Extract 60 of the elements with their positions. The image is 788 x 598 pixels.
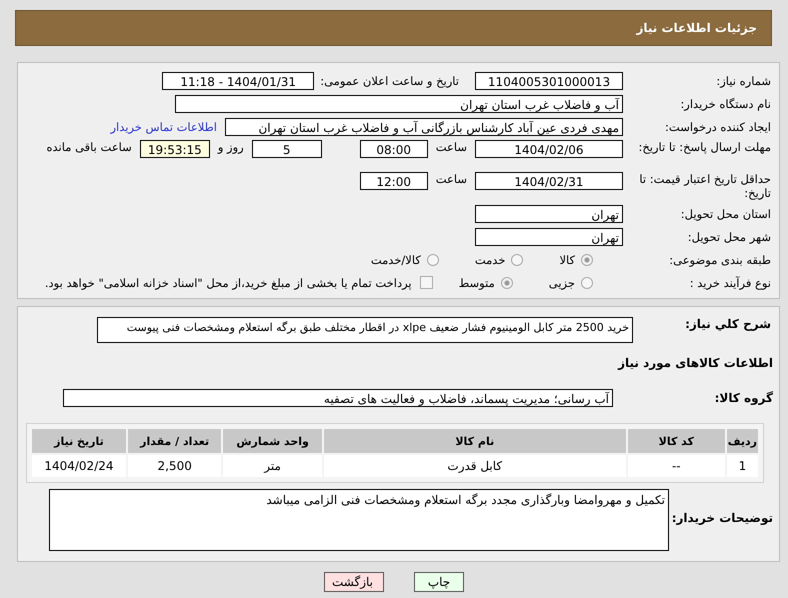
- radio-button[interactable]: [511, 254, 524, 266]
- field-label: طبقه بندی موضوعی:: [668, 252, 772, 266]
- description-box: خرید 2500 متر کابل الومینیوم فشار ضعیف xlpe در اقطار مختلف طبق برگه استعلام ومشخصات فنی پیوست: [97, 317, 633, 343]
- contact-link[interactable]: اطلاعات تماس خریدار: [110, 120, 217, 134]
- field-label: استان محل تحویل:: [680, 206, 772, 220]
- validity-time-field: 12:00: [360, 172, 428, 190]
- field-label: نوع فرآیند خرید :: [688, 276, 772, 290]
- column-header: واحد شمارش: [223, 429, 322, 453]
- column-header: تعداد / مقدار: [128, 429, 222, 453]
- validity-date-field: 1404/02/31: [475, 172, 623, 190]
- field-label: نام دستگاه خریدار:: [679, 96, 772, 110]
- goods-group-field: آب رسانی؛ مدیریت پسماند، فاضلاب و فعالیت های تصفیه: [63, 388, 613, 406]
- time-label: ساعت: [436, 140, 467, 154]
- time-label: ساعت: [436, 172, 467, 186]
- table-cell: --: [628, 455, 725, 477]
- remaining-label: ساعت باقی مانده: [46, 140, 132, 154]
- field-label: شهر محل تحویل:: [686, 230, 772, 244]
- deadline-date-field: 1404/02/06: [475, 140, 623, 158]
- column-header: کد کالا: [628, 429, 725, 453]
- field-label: مهلت ارسال پاسخ: تا تاریخ:: [637, 140, 772, 154]
- field-label: توضیحات خریدار:: [670, 510, 774, 525]
- field-label: حداقل تاریخ اعتبار قیمت: تا تاریخ:: [638, 172, 772, 200]
- table-cell: کابل قدرت: [324, 455, 626, 477]
- announce-date-field: 1404/01/31 - 11:18: [162, 72, 314, 90]
- radio-button[interactable]: [581, 276, 593, 288]
- column-header: ردیف: [726, 429, 758, 453]
- radio-button[interactable]: [426, 254, 439, 266]
- radio-button[interactable]: [500, 276, 513, 288]
- field-label: تاریخ و ساعت اعلان عمومی:: [320, 74, 459, 88]
- city-field: تهران: [475, 228, 623, 246]
- field-label: ایجاد کننده درخواست:: [664, 120, 772, 134]
- remaining-time-field: 19:53:15: [140, 140, 210, 158]
- table-cell: 1404/02/24: [32, 455, 126, 477]
- radio-label: کالا: [559, 252, 575, 266]
- buyer-notes-box: تکمیل و مهروامضا وبارگذاری مجدد برگه استعلام ومشخصات فنی الزامی میباشد: [49, 489, 669, 551]
- radio-label: متوسط: [458, 276, 495, 290]
- page-title: جزئیات اطلاعات نیاز: [636, 21, 757, 35]
- buyer-org-field: آب و فاضلاب غرب استان تهران: [175, 94, 623, 112]
- radio-label: جزیی: [548, 276, 575, 290]
- radio-button[interactable]: [581, 254, 593, 266]
- table-cell: 2,500: [128, 455, 222, 477]
- print-button[interactable]: چاپ: [414, 572, 464, 592]
- table-cell: متر: [223, 455, 322, 477]
- deadline-time-field: 08:00: [360, 140, 428, 158]
- checkbox-label: پرداخت تمام یا بخشی از مبلغ خرید،از محل "اسناد خزانه اسلامی" خواهد بود.: [44, 276, 412, 290]
- days-label: روز و: [218, 140, 244, 154]
- section-title: اطلاعات کالاهای مورد نیاز: [616, 355, 774, 372]
- days-field: 5: [252, 140, 322, 158]
- need-number-field: 1104005301000013: [475, 72, 623, 90]
- column-header: نام کالا: [324, 429, 626, 453]
- table-cell: 1: [726, 455, 758, 477]
- province-field: تهران: [475, 204, 623, 222]
- radio-label: کالا/خدمت: [370, 252, 421, 266]
- back-button[interactable]: بازگشت: [324, 572, 384, 592]
- field-label: گروه کالا:: [714, 390, 774, 404]
- column-header: تاریخ نیاز: [32, 429, 126, 453]
- field-label: شماره نیاز:: [715, 74, 772, 88]
- checkbox[interactable]: [420, 276, 433, 289]
- radio-label: خدمت: [474, 252, 506, 266]
- requester-field: مهدی فردی عین آباد کارشناس بازرگانی آب و فاضلاب غرب استان تهران: [225, 118, 623, 136]
